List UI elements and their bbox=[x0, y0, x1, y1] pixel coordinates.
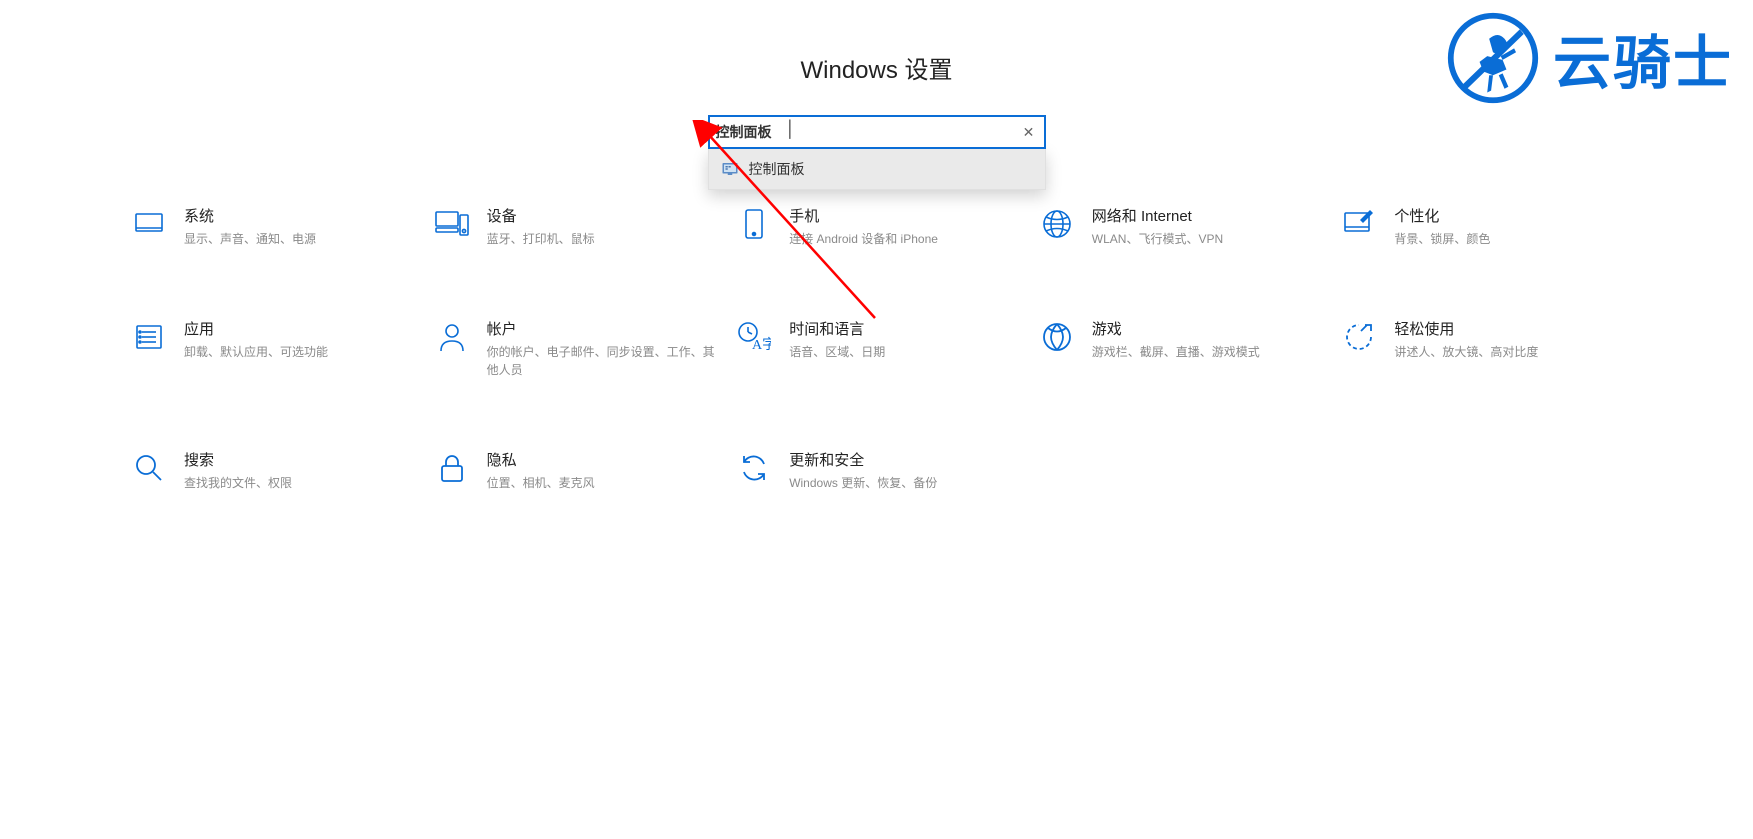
tile-desc: Windows 更新、恢复、备份 bbox=[789, 474, 1018, 492]
tile-desc: 背景、锁屏、颜色 bbox=[1394, 230, 1623, 248]
tile-title: 时间和语言 bbox=[789, 318, 1018, 339]
search-icon bbox=[130, 449, 168, 487]
privacy-icon bbox=[433, 449, 471, 487]
tile-desc: 查找我的文件、权限 bbox=[184, 474, 413, 492]
tile-phone[interactable]: 手机 连接 Android 设备和 iPhone bbox=[735, 205, 1018, 248]
tile-title: 个性化 bbox=[1394, 205, 1623, 226]
brand-logo-icon bbox=[1445, 10, 1541, 106]
brand-text: 云骑士 bbox=[1553, 16, 1733, 100]
suggestion-item-control-panel[interactable]: 控制面板 bbox=[709, 149, 1045, 189]
page-title: Windows 设置 bbox=[800, 50, 952, 85]
tile-title: 轻松使用 bbox=[1394, 318, 1623, 339]
tile-desc: 位置、相机、麦克风 bbox=[487, 474, 716, 492]
tile-search[interactable]: 搜索 查找我的文件、权限 bbox=[130, 449, 413, 492]
tile-desc: 显示、声音、通知、电源 bbox=[184, 230, 413, 248]
tile-system[interactable]: 系统 显示、声音、通知、电源 bbox=[130, 205, 413, 248]
tile-title: 更新和安全 bbox=[789, 449, 1018, 470]
tile-update-security[interactable]: 更新和安全 Windows 更新、恢复、备份 bbox=[735, 449, 1018, 492]
tile-title: 设备 bbox=[487, 205, 716, 226]
watermark: 云骑士 bbox=[1445, 10, 1733, 106]
tile-desc: 游戏栏、截屏、直播、游戏模式 bbox=[1092, 343, 1321, 361]
tile-title: 隐私 bbox=[487, 449, 716, 470]
ease-of-access-icon bbox=[1340, 318, 1378, 356]
tile-desc: 语音、区域、日期 bbox=[789, 343, 1018, 361]
tile-title: 系统 bbox=[184, 205, 413, 226]
tile-title: 应用 bbox=[184, 318, 413, 339]
suggestion-label: 控制面板 bbox=[749, 159, 805, 179]
tile-devices[interactable]: 设备 蓝牙、打印机、鼠标 bbox=[433, 205, 716, 248]
search-box[interactable]: │ ✕ bbox=[708, 115, 1046, 149]
tile-desc: WLAN、飞行模式、VPN bbox=[1092, 230, 1321, 248]
tile-personalization[interactable]: 个性化 背景、锁屏、颜色 bbox=[1340, 205, 1623, 248]
update-icon bbox=[735, 449, 773, 487]
apps-icon bbox=[130, 318, 168, 356]
tile-privacy[interactable]: 隐私 位置、相机、麦克风 bbox=[433, 449, 716, 492]
tile-apps[interactable]: 应用 卸载、默认应用、可选功能 bbox=[130, 318, 413, 379]
tile-desc: 讲述人、放大镜、高对比度 bbox=[1394, 343, 1623, 361]
tile-title: 帐户 bbox=[487, 318, 716, 339]
tile-desc: 你的帐户、电子邮件、同步设置、工作、其他人员 bbox=[487, 343, 716, 379]
tile-title: 搜索 bbox=[184, 449, 413, 470]
search-input[interactable] bbox=[716, 124, 1020, 140]
tile-ease-of-access[interactable]: 轻松使用 讲述人、放大镜、高对比度 bbox=[1340, 318, 1623, 379]
tile-accounts[interactable]: 帐户 你的帐户、电子邮件、同步设置、工作、其他人员 bbox=[433, 318, 716, 379]
tile-desc: 蓝牙、打印机、鼠标 bbox=[487, 230, 716, 248]
settings-grid: 系统 显示、声音、通知、电源 设备 蓝牙、打印机、鼠标 手机 连接 bbox=[130, 205, 1623, 492]
gaming-icon bbox=[1038, 318, 1076, 356]
tile-gaming[interactable]: 游戏 游戏栏、截屏、直播、游戏模式 bbox=[1038, 318, 1321, 379]
control-panel-icon bbox=[721, 160, 739, 178]
phone-icon bbox=[735, 205, 773, 243]
tile-network[interactable]: 网络和 Internet WLAN、飞行模式、VPN bbox=[1038, 205, 1321, 248]
search-container: │ ✕ 控制面板 bbox=[708, 115, 1046, 190]
search-suggestions: 控制面板 bbox=[708, 149, 1046, 190]
accounts-icon bbox=[433, 318, 471, 356]
tile-desc: 连接 Android 设备和 iPhone bbox=[789, 230, 1018, 248]
system-icon bbox=[130, 205, 168, 243]
personalization-icon bbox=[1340, 205, 1378, 243]
tile-title: 游戏 bbox=[1092, 318, 1321, 339]
tile-time-language[interactable]: A字 时间和语言 语音、区域、日期 bbox=[735, 318, 1018, 379]
tile-title: 网络和 Internet bbox=[1092, 205, 1321, 226]
clear-icon[interactable]: ✕ bbox=[1020, 123, 1038, 141]
network-icon bbox=[1038, 205, 1076, 243]
tile-desc: 卸载、默认应用、可选功能 bbox=[184, 343, 413, 361]
devices-icon bbox=[433, 205, 471, 243]
svg-text:A字: A字 bbox=[752, 337, 771, 353]
time-language-icon: A字 bbox=[735, 318, 773, 356]
tile-title: 手机 bbox=[789, 205, 1018, 226]
